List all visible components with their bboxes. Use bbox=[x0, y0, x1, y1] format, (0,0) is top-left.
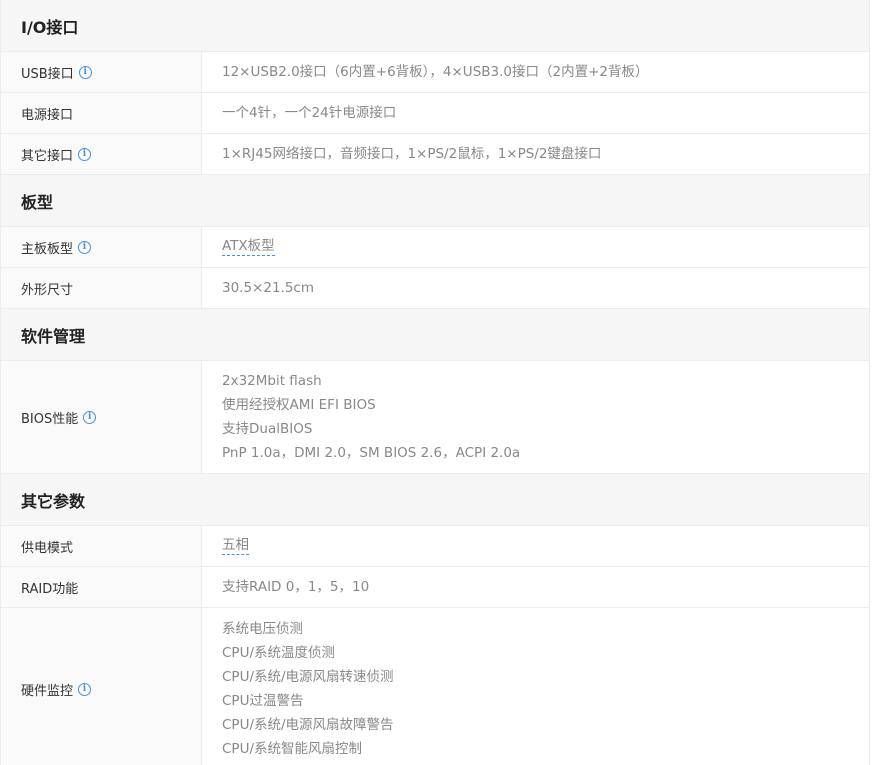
spec-key-label: 外形尺寸 bbox=[21, 282, 74, 298]
spec-row-board-type: 主板板型 i ATX板型 bbox=[1, 227, 869, 268]
spec-key: 硬件监控 i bbox=[1, 608, 202, 765]
info-icon[interactable]: i bbox=[78, 65, 92, 79]
spec-key: RAID功能 bbox=[1, 567, 202, 607]
spec-value-line: 使用经授权AMI EFI BIOS bbox=[222, 397, 376, 413]
spec-key: 主板板型 i bbox=[1, 227, 202, 267]
spec-value-line: 1×RJ45网络接口，音频接口，1×PS/2鼠标，1×PS/2键盘接口 bbox=[222, 146, 602, 162]
spec-value: 1×RJ45网络接口，音频接口，1×PS/2鼠标，1×PS/2键盘接口 bbox=[202, 134, 869, 174]
spec-key-label: 其它接口 bbox=[21, 148, 74, 164]
spec-row-raid: RAID功能 支持RAID 0，1，5，10 bbox=[1, 567, 869, 608]
spec-value-line: CPU过温警告 bbox=[222, 693, 304, 709]
spec-value: 一个4针，一个24针电源接口 bbox=[202, 93, 869, 133]
spec-key-label: BIOS性能 bbox=[21, 411, 79, 427]
spec-value: 系统电压侦测 CPU/系统温度侦测 CPU/系统/电源风扇转速侦测 CPU过温警… bbox=[202, 608, 869, 765]
spec-row-hw-monitor: 硬件监控 i 系统电压侦测 CPU/系统温度侦测 CPU/系统/电源风扇转速侦测… bbox=[1, 608, 869, 765]
info-icon[interactable]: i bbox=[78, 240, 92, 254]
spec-key: 供电模式 bbox=[1, 526, 202, 566]
spec-value: 12×USB2.0接口（6内置+6背板），4×USB3.0接口（2内置+2背板） bbox=[202, 52, 869, 92]
spec-key-label: RAID功能 bbox=[21, 581, 79, 597]
spec-value: ATX板型 bbox=[202, 227, 869, 267]
spec-key: 外形尺寸 bbox=[1, 268, 202, 308]
spec-value: 30.5×21.5cm bbox=[202, 268, 869, 308]
spec-table: I/O接口 USB接口 i 12×USB2.0接口（6内置+6背板），4×USB… bbox=[0, 0, 870, 765]
spec-value-line: 一个4针，一个24针电源接口 bbox=[222, 105, 397, 121]
section-header-software: 软件管理 bbox=[1, 309, 869, 361]
spec-row-power: 电源接口 一个4针，一个24针电源接口 bbox=[1, 93, 869, 134]
spec-value-link[interactable]: ATX板型 bbox=[222, 238, 275, 256]
info-icon[interactable]: i bbox=[78, 682, 92, 696]
spec-value-link[interactable]: 五相 bbox=[222, 537, 249, 555]
spec-key-label: 主板板型 bbox=[21, 241, 74, 257]
spec-value-line: CPU/系统温度侦测 bbox=[222, 645, 335, 661]
spec-value-line: 支持RAID 0，1，5，10 bbox=[222, 579, 370, 595]
spec-row-usb: USB接口 i 12×USB2.0接口（6内置+6背板），4×USB3.0接口（… bbox=[1, 52, 869, 93]
spec-value-line: 2x32Mbit flash bbox=[222, 373, 322, 389]
spec-value-line: 30.5×21.5cm bbox=[222, 280, 315, 296]
spec-value-line: PnP 1.0a，DMI 2.0，SM BIOS 2.6，ACPI 2.0a bbox=[222, 445, 521, 461]
info-icon[interactable]: i bbox=[83, 410, 97, 424]
spec-row-bios: BIOS性能 i 2x32Mbit flash 使用经授权AMI EFI BIO… bbox=[1, 361, 869, 474]
spec-key: BIOS性能 i bbox=[1, 361, 202, 473]
spec-value: 2x32Mbit flash 使用经授权AMI EFI BIOS 支持DualB… bbox=[202, 361, 869, 473]
spec-key-label: USB接口 bbox=[21, 66, 74, 82]
section-header-form-factor: 板型 bbox=[1, 175, 869, 227]
spec-key-label: 硬件监控 bbox=[21, 683, 74, 699]
section-header-io: I/O接口 bbox=[1, 0, 869, 52]
info-icon[interactable]: i bbox=[78, 147, 92, 161]
spec-value: 支持RAID 0，1，5，10 bbox=[202, 567, 869, 607]
spec-value-line: CPU/系统/电源风扇转速侦测 bbox=[222, 669, 394, 685]
spec-key-label: 电源接口 bbox=[21, 107, 74, 123]
spec-row-power-phase: 供电模式 五相 bbox=[1, 526, 869, 567]
spec-key: USB接口 i bbox=[1, 52, 202, 92]
spec-key: 电源接口 bbox=[1, 93, 202, 133]
spec-key-label: 供电模式 bbox=[21, 540, 74, 556]
spec-value-line: CPU/系统/电源风扇故障警告 bbox=[222, 717, 394, 733]
spec-value-line: CPU/系统智能风扇控制 bbox=[222, 741, 362, 757]
spec-value-line: 系统电压侦测 bbox=[222, 621, 303, 637]
spec-row-other-ports: 其它接口 i 1×RJ45网络接口，音频接口，1×PS/2鼠标，1×PS/2键盘… bbox=[1, 134, 869, 175]
spec-value-line: 支持DualBIOS bbox=[222, 421, 313, 437]
spec-key: 其它接口 i bbox=[1, 134, 202, 174]
spec-value: 五相 bbox=[202, 526, 869, 566]
spec-value-line: 12×USB2.0接口（6内置+6背板），4×USB3.0接口（2内置+2背板） bbox=[222, 64, 649, 80]
spec-row-dimensions: 外形尺寸 30.5×21.5cm bbox=[1, 268, 869, 309]
section-header-other-params: 其它参数 bbox=[1, 474, 869, 526]
